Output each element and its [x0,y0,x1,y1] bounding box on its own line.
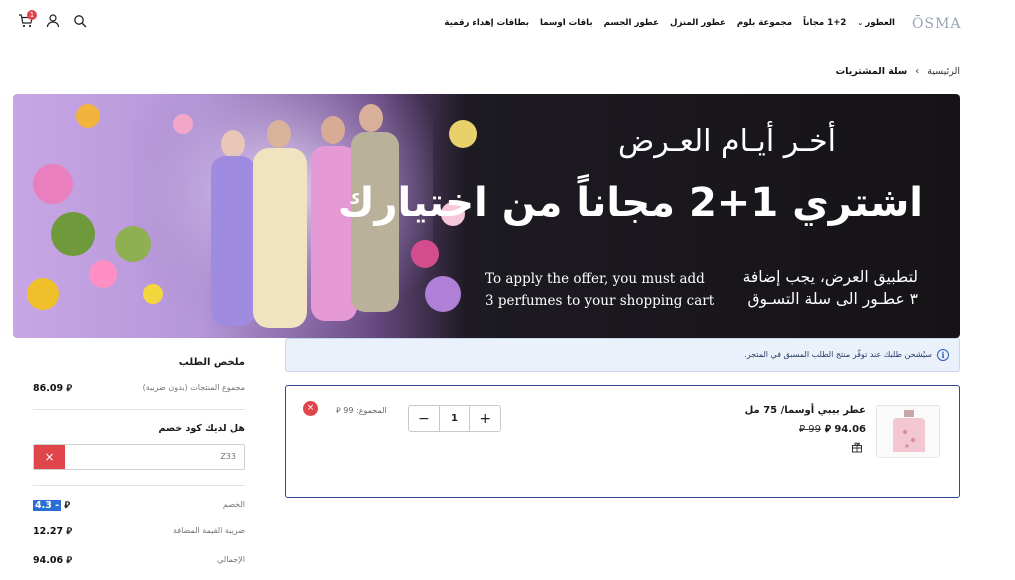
nav-label: العطور [865,18,895,28]
increase-button[interactable]: + [470,406,500,431]
nav-item-home-fragrance[interactable]: عطور المنزل [670,18,726,28]
total-label: الإجمالي [217,555,245,564]
product-old-price: 99 ⃁ [799,424,821,435]
offer-banner[interactable]: أخـر أيـام العـرض اشتري 1+2 مجاناً من اخ… [13,94,960,338]
discount-label: الخصم [222,500,245,509]
cart-icon[interactable]: 1 [18,10,37,29]
discount-row: 4.3 - ⃁ الخصم [33,498,245,511]
vat-label: ضريبة القيمة المضافة [172,526,245,535]
banner-arabic-note-line: ٣ عطـور الى سلة التسـوق [747,290,918,308]
header-icons: 1 [18,10,88,29]
product-name[interactable]: عطر بيبي أوسما/ 75 مل [745,405,866,416]
user-icon[interactable] [45,13,61,29]
gift-icon [851,438,863,453]
nav-item-gift-cards[interactable]: بطاقات إهداء رقمية [444,18,529,28]
main-nav: العطور⌄ 1+2 مجاناً مجموعة بلوم عطور المن… [444,18,895,28]
nav-item-perfumes[interactable]: العطور⌄ [857,18,895,28]
item-subtotal: المجموع: 99 ⃁ [336,406,387,415]
banner-headline: أخـر أيـام العـرض [617,124,836,159]
breadcrumb-home[interactable]: الرئيسية [927,66,960,77]
banner-english-note: To apply the offer, you must add 3 perfu… [485,268,725,312]
nav-item-body[interactable]: عطور الجسم [604,18,659,28]
cart-count-badge: 1 [27,10,37,20]
divider [33,485,245,486]
info-icon: i [937,349,949,361]
discount-value: 4.3 - ⃁ [33,500,71,511]
products-total-row: 86.09 ⃁ مجموع المنتجات (بدون ضريبة) [33,381,245,394]
breadcrumb-current: سلة المشتريات [835,66,908,77]
clear-coupon-button[interactable]: × [34,445,65,469]
products-total-label: مجموع المنتجات (بدون ضريبة) [142,383,245,392]
info-text: سيُشحن طلبك عند توفّر منتج الطلب المسبق … [744,350,932,359]
order-summary: ملخص الطلب 86.09 ⃁ مجموع المنتجات (بدون … [13,345,263,580]
decrease-button[interactable]: − [409,406,439,431]
total-value: 94.06 ⃁ [33,555,72,566]
banner-arabic-note: لتطبيق العرض، يجب إضافة ٣ عطـور الى سلة … [728,266,918,310]
nav-item-bundles[interactable]: باقات اوسما [540,18,593,28]
nav-item-offer[interactable]: 1+2 مجاناً [803,18,846,28]
quantity-value[interactable]: 1 [438,406,471,431]
discount-amount: 4.3 - [33,500,62,511]
search-icon[interactable] [72,13,88,29]
preorder-info-bar: i سيُشحن طلبك عند توفّر منتج الطلب المسب… [285,338,960,372]
breadcrumb: الرئيسية › سلة المشتريات [836,66,960,77]
cart-item: عطر بيبي أوسما/ 75 مل 94.06 ⃁ 99 ⃁ − 1 +… [285,385,960,498]
nav-item-bloom[interactable]: مجموعة بلوم [737,18,792,28]
products-total-value: 86.09 ⃁ [33,383,72,394]
product-new-price: 94.06 ⃁ [824,424,866,435]
banner-english-note-line: 3 perfumes to your shopping cart [485,293,715,309]
vat-row: 12.27 ⃁ ضريبة القيمة المضافة [33,524,245,537]
breadcrumb-separator: › [915,66,920,77]
quantity-stepper: − 1 + [408,405,501,432]
chevron-down-icon: ⌄ [857,19,864,27]
coupon-title: هل لديك كود خصم [158,423,245,434]
product-thumbnail[interactable] [876,405,940,458]
banner-arabic-note-line: لتطبيق العرض، يجب إضافة [742,268,918,286]
logo[interactable]: ŌSMA [912,16,962,32]
summary-title: ملخص الطلب [178,357,245,368]
total-row: 94.06 ⃁ الإجمالي [33,553,245,566]
product-price: 94.06 ⃁ 99 ⃁ [799,422,866,435]
banner-offer-title: اشتري 1+2 مجاناً من اختيارك [337,180,923,226]
divider [33,409,245,410]
remove-item-button[interactable]: × [303,401,318,416]
site-header: 1 العطور⌄ 1+2 مجاناً مجموعة بلوم عطور ال… [0,0,1015,50]
banner-english-note-line: To apply the offer, you must add [485,271,705,287]
coupon-field[interactable]: × Z33 [33,444,245,470]
coupon-input[interactable]: Z33 [220,452,236,461]
vat-value: 12.27 ⃁ [33,526,72,537]
